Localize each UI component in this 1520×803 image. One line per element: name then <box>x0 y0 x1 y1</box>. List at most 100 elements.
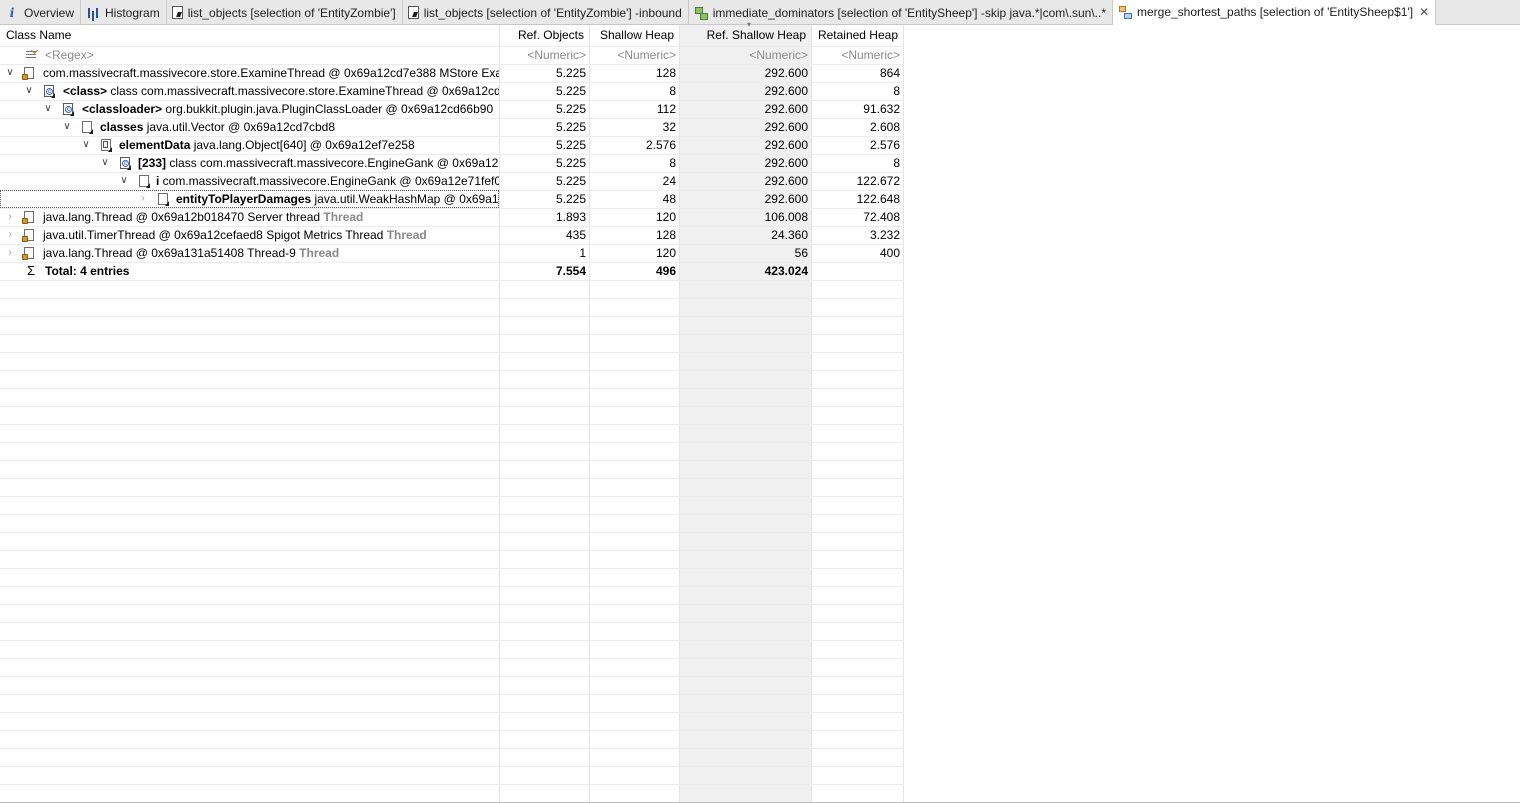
collapse-chevron-icon[interactable]: ∨ <box>61 118 73 136</box>
retained-heap-value: 400 <box>879 246 900 260</box>
expand-chevron-icon[interactable]: › <box>4 244 16 262</box>
ref-objects-value: 5.225 <box>555 120 586 134</box>
object-icon <box>80 120 94 134</box>
table-row[interactable]: ∨ c [233] class com.massivecraft.massive… <box>0 154 904 172</box>
dominators-icon <box>694 6 708 20</box>
ref-objects-filter-input[interactable]: <Numeric> <box>500 46 586 64</box>
class-object-icon: c <box>118 156 132 170</box>
row-gridline <box>0 712 904 713</box>
row-gridline <box>0 370 904 371</box>
table-row[interactable]: ∨ c <class> class com.massivecraft.massi… <box>0 82 904 100</box>
paths-icon <box>1118 5 1132 19</box>
filter-icon[interactable] <box>24 48 40 62</box>
object-label: com.massivecraft.massivecore.store.Exami… <box>43 66 499 80</box>
ref-objects-value: 5.225 <box>555 174 586 188</box>
class-name-filter-input[interactable]: <Regex> <box>45 46 245 64</box>
sigma-icon: Σ <box>27 263 36 278</box>
class-name-cell: › java.lang.Thread @ 0x69a12b018470 Serv… <box>0 208 499 226</box>
close-icon[interactable]: ✕ <box>1419 5 1429 19</box>
ref-objects-value: 5.225 <box>555 84 586 98</box>
row-gridline <box>0 748 904 749</box>
header-shallow-heap[interactable]: Shallow Heap <box>590 25 674 46</box>
collapse-chevron-icon[interactable]: ∨ <box>99 154 111 172</box>
tab-histogram[interactable]: Histogram <box>81 0 167 25</box>
ref-objects-value: 435 <box>565 228 586 242</box>
header-class-name[interactable]: Class Name <box>6 25 486 46</box>
retained-heap-value: 122.648 <box>856 192 900 206</box>
field-name: elementData <box>119 138 191 152</box>
table-row[interactable]: ∨ i com.massivecraft.massivecore.EngineG… <box>0 172 904 190</box>
field-name: <classloader> <box>82 102 163 116</box>
collapse-chevron-icon[interactable]: ∨ <box>23 82 35 100</box>
object-label: java.util.TimerThread @ 0x69a12cefaed8 S… <box>43 228 387 242</box>
editor-tab-bar: i Overview Histogram list_objects [selec… <box>0 0 1520 25</box>
row-gridline <box>0 568 904 569</box>
retained-heap-value: 2.576 <box>869 138 900 152</box>
collapse-chevron-icon[interactable]: ∨ <box>118 172 130 190</box>
ref-shallow-heap-filter-input[interactable]: <Numeric> <box>680 46 808 64</box>
table-row[interactable]: ∨ com.massivecraft.massivecore.store.Exa… <box>0 64 904 82</box>
class-name-cell: › java.util.TimerThread @ 0x69a12cefaed8… <box>0 226 499 244</box>
expand-chevron-icon[interactable]: › <box>137 190 149 208</box>
ref-shallow-heap-value: 106.008 <box>764 210 808 224</box>
collapse-chevron-icon[interactable]: ∨ <box>42 100 54 118</box>
shallow-heap-value: 112 <box>656 102 676 116</box>
thread-object-icon <box>22 246 36 260</box>
object-label: java.lang.Object[640] @ 0x69a12ef7e258 <box>190 138 415 152</box>
class-name-cell: ∨ c <class> class com.massivecraft.massi… <box>0 82 499 100</box>
shallow-heap-value: 48 <box>662 192 676 206</box>
tab-merge-shortest-paths[interactable]: merge_shortest_paths [selection of 'Enti… <box>1112 0 1437 25</box>
results-table: Class Name Ref. Objects Shallow Heap ▾ R… <box>0 21 1520 803</box>
row-gridline <box>0 622 904 623</box>
shallow-heap-value: 8 <box>669 84 676 98</box>
expand-chevron-icon[interactable]: › <box>4 208 16 226</box>
table-row[interactable]: ∨ classes java.util.Vector @ 0x69a12cd7c… <box>0 118 904 136</box>
ref-shallow-heap-value: 292.600 <box>764 102 808 116</box>
class-name-cell: › entityToPlayerDamages java.util.WeakHa… <box>0 190 499 208</box>
table-row[interactable]: › java.util.TimerThread @ 0x69a12cefaed8… <box>0 226 904 244</box>
row-gridline <box>0 442 904 443</box>
classloader-object-icon: c <box>61 102 75 116</box>
row-gridline <box>0 496 904 497</box>
shallow-heap-value: 2.576 <box>645 138 676 152</box>
retained-heap-filter-input[interactable]: <Numeric> <box>812 46 900 64</box>
expand-chevron-icon[interactable]: › <box>4 226 16 244</box>
total-row: Σ Total: 4 entries 7.554 496 423.024 <box>0 262 904 280</box>
ref-objects-value: 5.225 <box>555 156 586 170</box>
tab-overview[interactable]: i Overview <box>0 0 82 25</box>
retained-heap-value: 122.672 <box>856 174 900 188</box>
retained-heap-value: 864 <box>879 66 900 80</box>
header-ref-shallow-heap[interactable]: Ref. Shallow Heap <box>680 25 806 46</box>
object-label: java.util.Vector @ 0x69a12cd7cbd8 <box>143 120 336 134</box>
shallow-heap-filter-input[interactable]: <Numeric> <box>590 46 676 64</box>
tab-list-objects[interactable]: list_objects [selection of 'EntityZombie… <box>167 0 403 25</box>
collapse-chevron-icon[interactable]: ∨ <box>4 64 16 82</box>
row-gridline <box>0 658 904 659</box>
total-label: Total: 4 entries <box>45 264 130 278</box>
table-row[interactable]: › java.lang.Thread @ 0x69a131a51408 Thre… <box>0 244 904 262</box>
ref-objects-value: 1.893 <box>555 210 586 224</box>
collapse-chevron-icon[interactable]: ∨ <box>80 136 92 154</box>
table-row[interactable]: › entityToPlayerDamages java.util.WeakHa… <box>0 190 904 208</box>
thread-marker: Thread <box>299 246 340 260</box>
total-shallow-heap: 496 <box>655 264 676 278</box>
object-label: org.bukkit.plugin.java.PluginClassLoader… <box>162 102 494 116</box>
retained-heap-value: 72.408 <box>863 210 900 224</box>
ref-shallow-heap-value: 56 <box>794 246 808 260</box>
class-name-cell: ∨ c [233] class com.massivecraft.massive… <box>0 154 499 172</box>
tab-list-objects-inbound[interactable]: list_objects [selection of 'EntityZombie… <box>403 0 689 25</box>
ref-objects-value: 5.225 <box>555 138 586 152</box>
row-gridline <box>0 550 904 551</box>
table-row[interactable]: ∨ elementData java.lang.Object[640] @ 0x… <box>0 136 904 154</box>
object-label: class com.massivecraft.massivecore.store… <box>107 84 499 98</box>
header-ref-objects[interactable]: Ref. Objects <box>500 25 584 46</box>
histogram-icon <box>86 6 100 20</box>
shallow-heap-value: 120 <box>655 246 676 260</box>
header-retained-heap[interactable]: Retained Heap <box>812 25 898 46</box>
list-objects-icon <box>171 6 183 19</box>
thread-object-icon <box>22 210 36 224</box>
shallow-heap-value: 128 <box>655 66 676 80</box>
table-row[interactable]: ∨ c <classloader> org.bukkit.plugin.java… <box>0 100 904 118</box>
class-name-cell: ∨ classes java.util.Vector @ 0x69a12cd7c… <box>0 118 499 136</box>
table-row[interactable]: › java.lang.Thread @ 0x69a12b018470 Serv… <box>0 208 904 226</box>
